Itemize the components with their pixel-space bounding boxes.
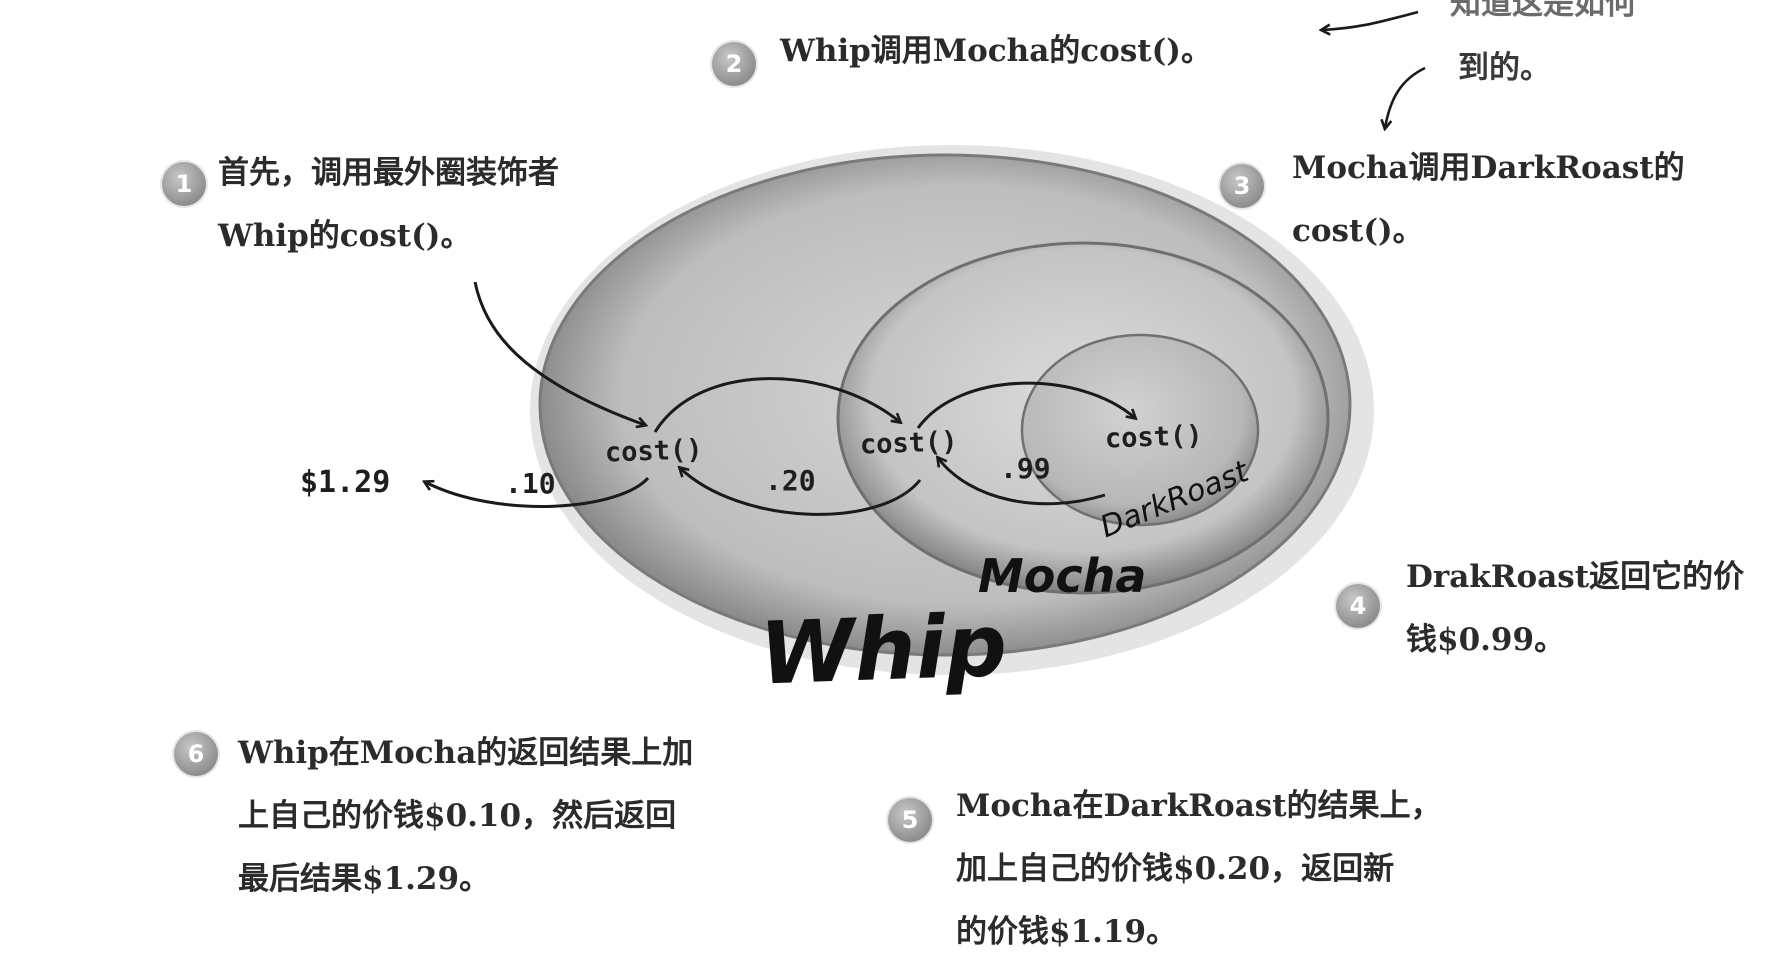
step-note-1: 首先，调用最外圈装饰者 Whip的cost()。 [218,142,559,268]
whip-layer-label: Whip [758,596,1008,705]
step-note-6: Whip在Mocha的返回结果上加 上自己的价钱$0.10，然后返回 最后结果$… [238,722,693,911]
step-note-4-line-1: DrakRoast返回它的价 [1406,559,1745,595]
step-note-3: Mocha调用DarkRoast的 cost()。 [1292,137,1685,263]
step-note-5-line-1: Mocha在DarkRoast的结果上， [956,788,1442,824]
step-note-4: DrakRoast返回它的价 钱$0.99。 [1406,546,1744,672]
step-note-1-line-1: 首先，调用最外圈装饰者 [218,155,559,191]
partial-note-top: 知道这是如何 [1450,0,1636,22]
step-badge-1: 1 [162,162,206,206]
mocha-cost-label: cost() [859,426,958,460]
step-note-4-line-2: 钱$0.99。 [1406,622,1566,658]
mocha-layer-label: Mocha [978,549,1146,603]
step-note-1-line-2: Whip的cost()。 [218,218,472,254]
whip-cost-label: cost() [604,434,703,468]
step-note-5-line-2: 加上自己的价钱$0.20，返回新 [956,851,1395,887]
step-badge-2: 2 [712,42,756,86]
step-badge-6: 6 [174,732,218,776]
step-badge-4: 4 [1336,584,1380,628]
step-note-2: Whip调用Mocha的cost()。 [780,20,1212,83]
step-note-6-line-2: 上自己的价钱$0.10，然后返回 [238,798,677,834]
darkroast-cost-label: cost() [1104,420,1203,454]
mocha-return-value: .20 [765,464,816,497]
step-badge-3: 3 [1220,164,1264,208]
note-arrow-left [1322,10,1419,30]
step-note-3-line-2: cost()。 [1292,213,1424,249]
partial-note-bottom: 到的。 [1458,50,1551,86]
step-note-6-line-1: Whip在Mocha的返回结果上加 [238,735,694,771]
step-note-5: Mocha在DarkRoast的结果上， 加上自己的价钱$0.20，返回新 的价… [956,775,1442,964]
decorator-diagram: cost() cost() cost() .99 .20 .10 $1.29 W… [0,0,1784,962]
note-arrow-down [1385,66,1426,128]
step-note-6-line-3: 最后结果$1.29。 [238,861,491,897]
whip-return-value: .10 [505,467,556,500]
step-badge-5: 5 [888,798,932,842]
step-note-2-line-1: Whip调用Mocha的cost()。 [780,33,1212,69]
total-value: $1.29 [300,465,390,500]
darkroast-return-value: .99 [1000,452,1051,485]
step-note-5-line-3: 的价钱$1.19。 [956,914,1178,950]
step-note-3-line-1: Mocha调用DarkRoast的 [1292,150,1685,186]
